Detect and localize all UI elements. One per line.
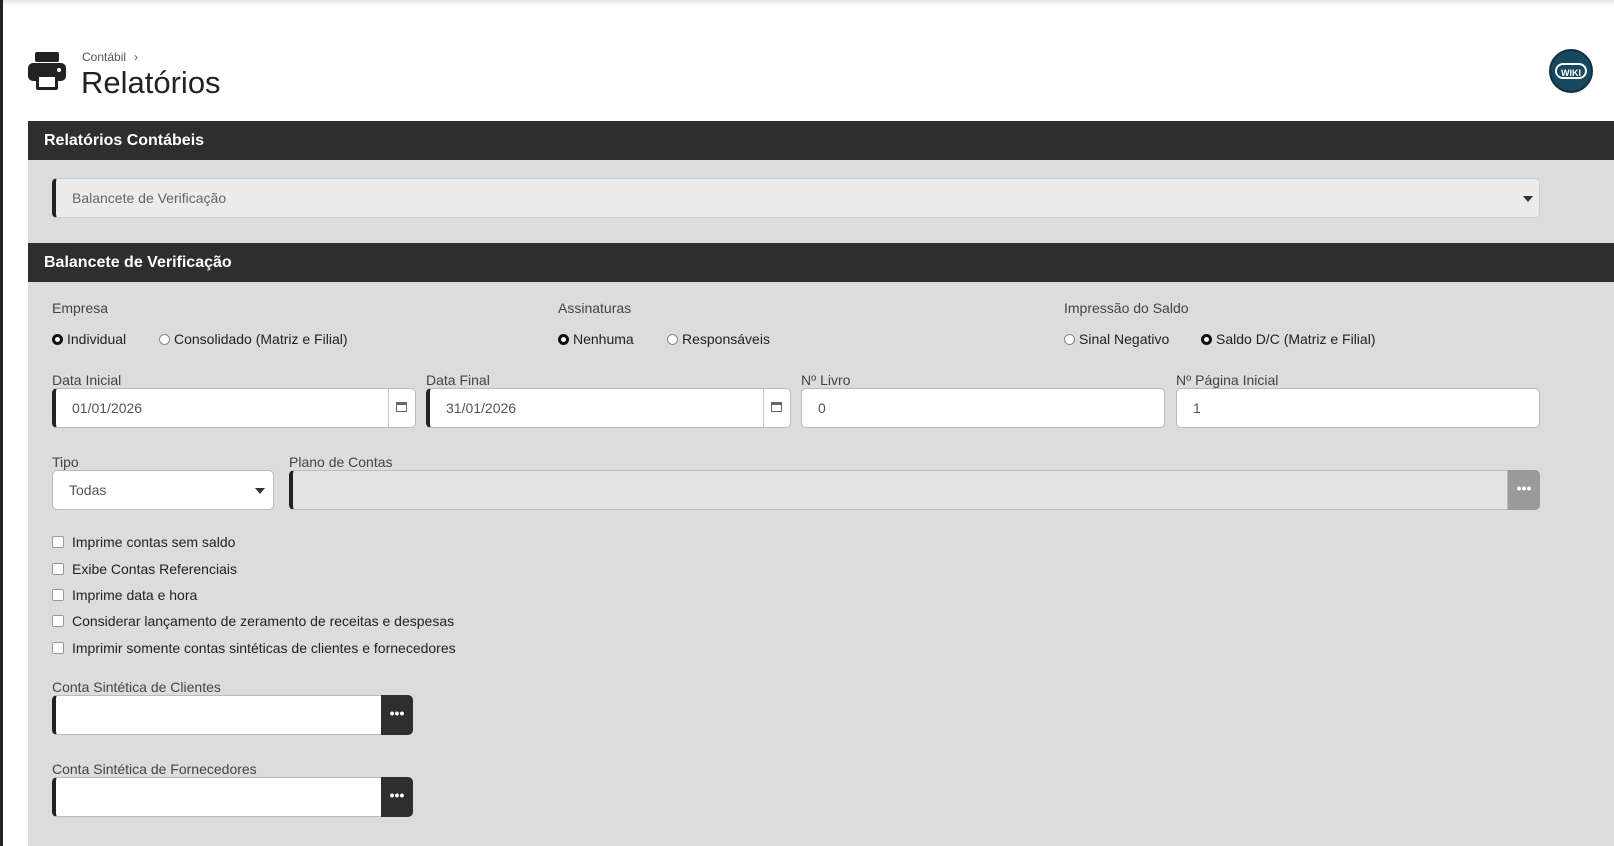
page-title: Relatórios <box>81 65 221 100</box>
checkbox-box <box>52 536 64 548</box>
calendar-icon <box>771 402 782 412</box>
data-inicial-value: 01/01/2026 <box>72 400 143 416</box>
conta-clientes-label: Conta Sintética de Clientes <box>52 679 221 695</box>
radio-label: Responsáveis <box>682 331 770 347</box>
breadcrumb: Contábil › <box>82 50 138 64</box>
radio-responsaveis[interactable]: Responsáveis <box>667 331 770 347</box>
radio-dot <box>1064 333 1075 345</box>
plano-contas-input[interactable] <box>289 470 1508 510</box>
radio-label: Saldo D/C (Matriz e Filial) <box>1216 331 1376 347</box>
left-edge <box>0 0 3 846</box>
conta-fornecedores-label: Conta Sintética de Fornecedores <box>52 761 257 777</box>
form-section-title: Balancete de Verificação <box>44 254 232 271</box>
tipo-value: Todas <box>69 482 107 498</box>
calendar-icon <box>396 402 407 412</box>
checkbox-label: Imprime contas sem saldo <box>72 534 236 550</box>
radio-label: Consolidado (Matriz e Filial) <box>174 331 348 347</box>
wiki-label: WIKI <box>1555 63 1587 79</box>
tipo-select[interactable]: Todas <box>52 470 274 510</box>
radio-label: Individual <box>67 331 127 347</box>
form-panel <box>28 282 1614 846</box>
n-livro-label: Nº Livro <box>801 372 851 388</box>
checkbox-sinteticas[interactable]: Imprimir somente contas sintéticas de cl… <box>52 640 456 656</box>
conta-clientes-lookup-button[interactable]: ••• <box>381 695 413 735</box>
form-section-header: Balancete de Verificação <box>28 243 1614 282</box>
report-select-value: Balancete de Verificação <box>72 190 227 206</box>
n-livro-value: 0 <box>818 400 826 416</box>
radio-dot-checked <box>1201 333 1212 345</box>
breadcrumb-contabil[interactable]: Contábil <box>82 50 126 64</box>
checkbox-imprime-sem-saldo[interactable]: Imprime contas sem saldo <box>52 534 235 550</box>
n-pagina-input[interactable]: 1 <box>1176 388 1540 428</box>
radio-label: Nenhuma <box>573 331 634 347</box>
checkbox-zeramento[interactable]: Considerar lançamento de zeramento de re… <box>52 613 454 629</box>
ellipsis-icon: ••• <box>1516 480 1532 496</box>
reports-section-header: Relatórios Contábeis <box>28 121 1614 160</box>
radio-nenhuma[interactable]: Nenhuma <box>558 331 634 347</box>
n-pagina-value: 1 <box>1193 400 1201 416</box>
radio-label: Sinal Negativo <box>1079 331 1170 347</box>
n-livro-input[interactable]: 0 <box>801 388 1165 428</box>
reports-section-title: Relatórios Contábeis <box>44 132 205 149</box>
calendar-button[interactable] <box>763 389 790 427</box>
wiki-button[interactable]: WIKI <box>1549 49 1593 93</box>
conta-fornecedores-lookup-button[interactable]: ••• <box>381 777 413 817</box>
radio-saldo-dc[interactable]: Saldo D/C (Matriz e Filial) <box>1201 331 1375 347</box>
impressao-saldo-label: Impressão do Saldo <box>1064 300 1189 316</box>
data-inicial-label: Data Inicial <box>52 372 122 388</box>
checkbox-box <box>52 589 64 601</box>
radio-dot <box>667 333 678 345</box>
radio-dot-checked <box>52 333 63 345</box>
plano-contas-lookup-button[interactable]: ••• <box>1508 470 1540 510</box>
data-final-input[interactable]: 31/01/2026 <box>426 388 791 428</box>
ellipsis-icon: ••• <box>389 787 405 803</box>
checkbox-label: Imprimir somente contas sintéticas de cl… <box>72 640 456 656</box>
checkbox-label: Exibe Contas Referenciais <box>72 561 237 577</box>
data-final-label: Data Final <box>426 372 490 388</box>
conta-clientes-input[interactable] <box>52 695 382 735</box>
checkbox-box <box>52 615 64 627</box>
radio-sinal-negativo[interactable]: Sinal Negativo <box>1064 331 1169 347</box>
radio-consolidado[interactable]: Consolidado (Matriz e Filial) <box>159 331 348 347</box>
checkbox-exibe-referenciais[interactable]: Exibe Contas Referenciais <box>52 561 237 577</box>
calendar-button[interactable] <box>388 389 415 427</box>
checkbox-imprime-data-hora[interactable]: Imprime data e hora <box>52 587 197 603</box>
n-pagina-label: Nº Página Inicial <box>1176 372 1279 388</box>
plano-contas-label: Plano de Contas <box>289 454 393 470</box>
checkbox-label: Imprime data e hora <box>72 587 198 603</box>
data-inicial-input[interactable]: 01/01/2026 <box>52 388 416 428</box>
checkbox-box <box>52 563 64 575</box>
caret-down-icon <box>255 488 265 494</box>
checkbox-label: Considerar lançamento de zeramento de re… <box>72 613 455 629</box>
radio-dot-checked <box>558 333 569 345</box>
printer-icon <box>28 52 66 90</box>
radio-dot <box>159 333 170 345</box>
checkbox-box <box>52 642 64 654</box>
report-select[interactable]: Balancete de Verificação <box>52 178 1540 218</box>
radio-individual[interactable]: Individual <box>52 331 126 347</box>
page-header: Contábil › Relatórios WIKI <box>26 48 1614 108</box>
ellipsis-icon: ••• <box>389 705 405 721</box>
data-final-value: 31/01/2026 <box>446 400 517 416</box>
tipo-label: Tipo <box>52 454 79 470</box>
top-bar-shadow <box>0 0 1614 6</box>
assinaturas-label: Assinaturas <box>558 300 632 316</box>
chevron-right-icon: › <box>134 50 139 64</box>
empresa-label: Empresa <box>52 300 109 316</box>
caret-down-icon <box>1523 196 1533 202</box>
conta-fornecedores-input[interactable] <box>52 777 382 817</box>
